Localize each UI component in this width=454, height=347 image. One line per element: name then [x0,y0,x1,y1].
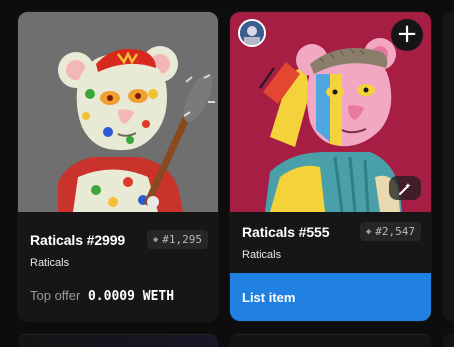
top-offer-row: Top offer 0.0009 WETH [30,288,174,304]
diamond-icon: ◆ [152,234,159,245]
next-row-card-edge[interactable] [442,334,454,347]
rarity-rank-value: #2,547 [375,225,415,238]
polka-dot-rat-artwork [18,12,218,212]
rarity-rank-value: #1,295 [162,233,202,246]
rarity-rank-badge: ◆ #1,295 [146,230,208,249]
list-item-button[interactable]: List item [230,273,431,321]
owner-avatar[interactable] [238,19,266,47]
nft-card-raticals-2999[interactable]: Raticals #2999 ◆ #1,295 Raticals Top off… [18,12,218,321]
top-offer-value: 0.0009 WETH [87,289,175,304]
nft-card-raticals-555[interactable]: + Raticals #555 ◆ #2,547 Raticals List i… [230,12,431,321]
collection-name[interactable]: Raticals [30,257,69,269]
nft-name[interactable]: Raticals #555 [242,224,330,240]
nft-grid: Raticals #2999 ◆ #1,295 Raticals Top off… [0,0,454,347]
next-card-edge[interactable] [442,12,454,321]
avatar-image [240,21,264,45]
collection-name[interactable]: Raticals [242,249,281,261]
nft-name[interactable]: Raticals #2999 [30,232,125,248]
next-row-card[interactable] [230,334,431,347]
card-title-row: Raticals #555 ◆ #2,547 [242,222,421,241]
diamond-icon: ◆ [365,226,372,237]
top-offer-label: Top offer [30,288,81,303]
magic-wand-glyph [399,182,411,195]
card-title-row: Raticals #2999 ◆ #1,295 [30,230,208,249]
magic-wand-icon[interactable] [389,176,421,200]
rarity-rank-badge: ◆ #2,547 [359,222,421,241]
nft-image-polka-dot-rat[interactable] [18,12,218,212]
next-row-card[interactable] [18,334,218,347]
plus-icon[interactable]: + [391,19,423,51]
